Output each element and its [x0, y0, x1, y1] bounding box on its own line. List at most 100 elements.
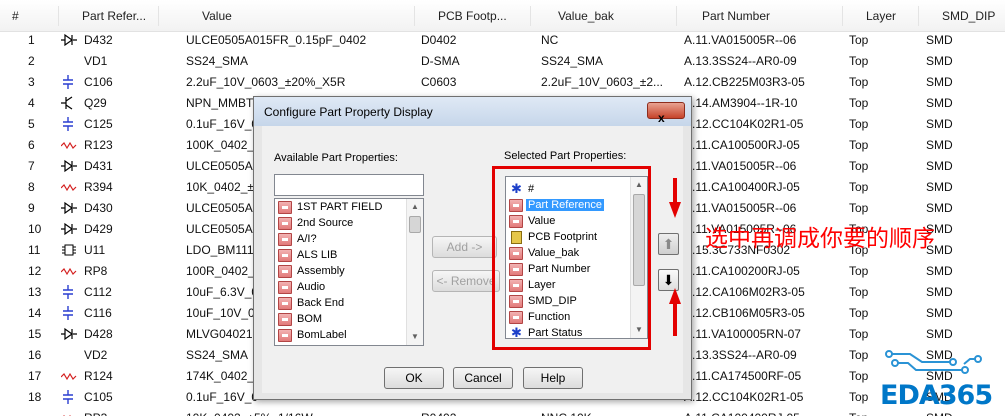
table-cell: A.11.CA100200RJ-05 — [684, 264, 800, 278]
table-cell: A.11.CA174500RF-05 — [684, 369, 802, 383]
table-cell: Top — [849, 264, 869, 278]
table-cell: 14 — [28, 306, 42, 320]
table-cell: D-SMA — [421, 54, 460, 68]
table-cell: NPN_MMBT — [186, 96, 254, 110]
capacitor-icon — [61, 75, 77, 89]
property-icon — [278, 281, 292, 294]
col-header-smd-dip[interactable]: SMD_DIP — [942, 9, 995, 23]
table-cell: LDO_BM111 — [186, 243, 254, 257]
resistor-icon — [60, 264, 77, 278]
table-cell: Top — [849, 390, 869, 404]
capacitor-icon — [61, 306, 77, 320]
table-cell: 11 — [28, 243, 41, 257]
cancel-button[interactable]: Cancel — [453, 367, 513, 389]
dialog-title: Configure Part Property Display — [264, 105, 433, 119]
list-item-label: BomLabel — [297, 329, 347, 341]
table-row[interactable]: 2 VD1 SS24_SMA D-SMA SS24_SMA A.13.3SS24--AR0… — [0, 51, 1005, 72]
table-cell: Q29 — [84, 96, 107, 110]
table-cell: Top — [849, 159, 869, 173]
list-item-label: 1ST PART FIELD — [297, 201, 383, 213]
close-button[interactable]: x — [647, 102, 685, 125]
table-cell: A.12.CB106M05R3-05 — [684, 306, 805, 320]
table-cell: Top — [849, 75, 869, 89]
table-cell: SS24_SMA — [186, 348, 249, 362]
table-cell: C106 — [84, 75, 113, 89]
table-cell: NNC 10K — [541, 411, 592, 416]
scroll-thumb[interactable] — [409, 216, 421, 233]
scroll-down-icon[interactable]: ▼ — [407, 329, 423, 345]
table-cell: RP3 — [84, 411, 107, 416]
available-filter-input[interactable] — [274, 174, 424, 196]
table-cell: SMD — [926, 264, 953, 278]
add-button[interactable]: Add -> — [432, 236, 497, 258]
table-cell: 5 — [28, 117, 35, 131]
transistor-icon — [61, 96, 77, 110]
available-properties-label: Available Part Properties: — [274, 152, 398, 164]
ok-button[interactable]: OK — [384, 367, 444, 389]
col-header-pcb-footprint[interactable]: PCB Footp... — [438, 9, 507, 23]
property-icon — [278, 217, 292, 230]
remove-button[interactable]: <- Remove — [432, 270, 500, 292]
list-item-label: Assembly — [297, 265, 345, 277]
property-icon — [278, 313, 292, 326]
table-cell: C125 — [84, 117, 113, 131]
capacitor-icon — [61, 285, 77, 299]
table-cell: D428 — [84, 327, 113, 341]
table-cell: 3 — [28, 75, 35, 89]
table-cell: A.11.CA100500RJ-05 — [684, 138, 800, 152]
table-cell: A.14.AM3904--1R-10 — [684, 96, 798, 110]
property-icon — [278, 329, 292, 342]
table-row[interactable]: 1 D432 ULCE0505A015FR_0.15pF_0402 D0402 NC A.… — [0, 30, 1005, 51]
table-row[interactable]: RP3 10K_0402_±5%_1/16W R0402 NNC 10K A.11.CA… — [0, 408, 1005, 416]
dialog-title-bar[interactable]: Configure Part Property Display x — [254, 97, 691, 126]
table-cell: 18 — [28, 390, 42, 404]
table-cell: NC — [541, 33, 559, 47]
table-cell: 10uF_6.3V_0 — [186, 285, 259, 299]
col-header-layer[interactable]: Layer — [866, 9, 896, 23]
table-cell: SS24_SMA — [541, 54, 604, 68]
table-cell: 15 — [28, 327, 42, 341]
resistor-icon — [61, 411, 77, 416]
diode-icon — [61, 159, 77, 173]
table-cell: Top — [849, 285, 869, 299]
col-header-part-number[interactable]: Part Number — [702, 9, 770, 23]
table-cell: 2 — [28, 54, 35, 68]
col-header-value[interactable]: Value — [202, 9, 232, 23]
table-cell: A.11.CA100400RJ-05 — [684, 411, 800, 416]
table-cell: A.11.VA015005R--06 — [684, 201, 797, 215]
available-list-scrollbar[interactable]: ▲ ▼ — [406, 199, 423, 345]
list-item-label: ALS LIB — [297, 249, 338, 261]
scroll-up-icon[interactable]: ▲ — [407, 199, 423, 215]
property-icon — [278, 201, 292, 214]
table-cell: SMD — [926, 96, 953, 110]
table-cell: Top — [849, 306, 869, 320]
table-cell: Top — [849, 54, 869, 68]
close-icon: x — [658, 111, 665, 125]
table-cell: R124 — [84, 369, 113, 383]
property-icon — [278, 297, 292, 310]
red-arrows-icon — [669, 178, 681, 336]
table-cell: 1 — [28, 33, 35, 47]
table-cell: A.13.3SS24--AR0-09 — [684, 54, 797, 68]
table-cell: SMD — [926, 75, 953, 89]
table-cell: C105 — [84, 390, 113, 404]
table-row[interactable]: 3 C106 2.2uF_10V_0603_±20%_X5R C0603 2.2uF_1… — [0, 72, 1005, 93]
annotation-text: 选中再调成你要的顺序 — [705, 226, 935, 252]
available-properties-list[interactable]: 1ST PART FIELD 2nd Source A/I? ALS LIB Assem… — [274, 198, 424, 346]
table-cell: ULCE0505A0 — [186, 159, 260, 173]
table-cell: SS24_SMA — [186, 54, 249, 68]
table-cell: SMD — [926, 285, 953, 299]
table-cell: RP8 — [84, 264, 108, 278]
list-item-label: BOM — [297, 313, 323, 325]
table-cell: Top — [849, 201, 869, 215]
table-cell: 100R_0402_ — [186, 264, 255, 278]
table-cell: SMD — [926, 327, 953, 341]
table-cell: SMD — [926, 306, 953, 320]
grid-header: # Part Refer... Value PCB Footp... Value… — [0, 0, 1005, 32]
table-cell: U11 — [84, 243, 106, 257]
col-header-part-reference[interactable]: Part Refer... — [82, 9, 146, 23]
col-header-value-bak[interactable]: Value_bak — [558, 9, 614, 23]
col-header-number[interactable]: # — [12, 9, 19, 23]
list-item-label: 2nd Source — [297, 217, 354, 229]
help-button[interactable]: Help — [523, 367, 583, 389]
